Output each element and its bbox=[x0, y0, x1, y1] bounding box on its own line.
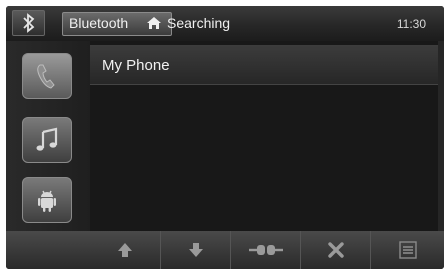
arrow-down-icon bbox=[188, 243, 203, 257]
close-icon bbox=[327, 242, 344, 258]
page-title: Bluetooth bbox=[69, 15, 129, 31]
list-item[interactable]: My Phone bbox=[90, 45, 438, 85]
sidebar-item-music[interactable] bbox=[22, 117, 72, 163]
top-bar: Bluetooth Searching 11:30 bbox=[6, 6, 444, 41]
device-list: My Phone bbox=[90, 41, 438, 231]
menu-button[interactable] bbox=[370, 231, 444, 269]
move-down-button[interactable] bbox=[160, 231, 230, 269]
android-icon bbox=[38, 190, 56, 212]
connect-button[interactable] bbox=[230, 231, 300, 269]
move-up-button[interactable] bbox=[90, 231, 160, 269]
scrollbar[interactable] bbox=[438, 41, 444, 231]
music-note-icon bbox=[36, 127, 58, 151]
phone-icon bbox=[37, 64, 55, 89]
head-unit-screen: Bluetooth Searching 11:30 My Phone bbox=[6, 6, 444, 269]
sidebar-item-phone[interactable] bbox=[22, 53, 72, 99]
bluetooth-icon bbox=[22, 13, 34, 33]
status-text: Searching bbox=[167, 15, 231, 31]
sidebar bbox=[6, 41, 90, 231]
device-name: My Phone bbox=[102, 57, 170, 74]
delete-button[interactable] bbox=[300, 231, 370, 269]
bluetooth-button[interactable] bbox=[12, 10, 45, 36]
clock: 11:30 bbox=[396, 17, 426, 31]
arrow-up-icon bbox=[118, 243, 132, 257]
home-icon[interactable] bbox=[146, 16, 162, 30]
connect-icon bbox=[248, 245, 283, 255]
sidebar-item-android[interactable] bbox=[22, 177, 72, 223]
menu-icon bbox=[398, 241, 417, 259]
bottom-bar bbox=[6, 231, 444, 269]
